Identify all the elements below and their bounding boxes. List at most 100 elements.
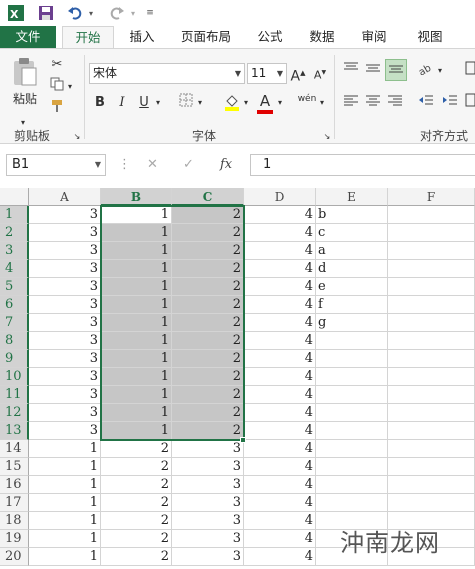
increase-font-size-icon[interactable]: A▲ <box>290 63 306 87</box>
phonetic-guide-button[interactable]: wén <box>296 89 318 109</box>
decrease-indent-icon[interactable] <box>416 93 436 114</box>
cell-a8[interactable]: 3 <box>29 332 101 350</box>
cancel-icon[interactable]: ✕ <box>147 154 163 176</box>
cell-d17[interactable]: 4 <box>244 494 316 512</box>
cell-c1[interactable]: 2 <box>172 206 244 224</box>
cell-d9[interactable]: 4 <box>244 350 316 368</box>
cell-a3[interactable]: 3 <box>29 242 101 260</box>
cell-a15[interactable]: 1 <box>29 458 101 476</box>
cell-a17[interactable]: 1 <box>29 494 101 512</box>
fill-handle[interactable] <box>240 437 246 443</box>
underline-dropdown-icon[interactable]: ▾ <box>154 93 162 113</box>
row-header[interactable]: 13 <box>0 422 29 440</box>
cell-e1[interactable]: b <box>316 206 388 224</box>
border-dropdown-icon[interactable]: ▾ <box>196 93 204 113</box>
cell-b15[interactable]: 2 <box>101 458 172 476</box>
cell-f13[interactable] <box>388 422 475 440</box>
cell-d4[interactable]: 4 <box>244 260 316 278</box>
cell-e7[interactable]: g <box>316 314 388 332</box>
cell-f4[interactable] <box>388 260 475 278</box>
paste-button[interactable]: 粘贴 <box>8 89 42 109</box>
cell-a14[interactable]: 1 <box>29 440 101 458</box>
undo-icon[interactable] <box>64 3 86 23</box>
cell-b14[interactable]: 2 <box>101 440 172 458</box>
fill-color-icon[interactable] <box>222 93 242 118</box>
underline-button[interactable]: U <box>136 93 152 113</box>
cell-a4[interactable]: 3 <box>29 260 101 278</box>
cell-c15[interactable]: 3 <box>172 458 244 476</box>
column-header-c[interactable]: C <box>172 188 244 206</box>
clipboard-launcher-icon[interactable]: ↘ <box>72 127 82 147</box>
cut-icon[interactable]: ✂ <box>48 55 66 75</box>
cell-f6[interactable] <box>388 296 475 314</box>
align-bottom-icon[interactable] <box>385 59 407 81</box>
cell-c19[interactable]: 3 <box>172 530 244 548</box>
italic-button[interactable]: I <box>114 93 130 113</box>
wrap-text-icon[interactable] <box>465 61 475 82</box>
cell-b6[interactable]: 1 <box>101 296 172 314</box>
cell-e2[interactable]: c <box>316 224 388 242</box>
name-box[interactable]: B1 ▼ <box>6 154 106 176</box>
cell-d5[interactable]: 4 <box>244 278 316 296</box>
phonetic-dropdown-icon[interactable]: ▾ <box>318 93 326 113</box>
cell-f10[interactable] <box>388 368 475 386</box>
orientation-dropdown-icon[interactable]: ▾ <box>436 61 444 81</box>
row-header[interactable]: 18 <box>0 512 29 530</box>
cell-d13[interactable]: 4 <box>244 422 316 440</box>
row-header[interactable]: 19 <box>0 530 29 548</box>
cell-a9[interactable]: 3 <box>29 350 101 368</box>
tab-view[interactable]: 视图 <box>406 26 454 48</box>
cell-a20[interactable]: 1 <box>29 548 101 566</box>
tab-data[interactable]: 数据 <box>300 26 344 48</box>
cell-b12[interactable]: 1 <box>101 404 172 422</box>
cell-f7[interactable] <box>388 314 475 332</box>
cell-e11[interactable] <box>316 386 388 404</box>
tab-page-layout[interactable]: 页面布局 <box>172 26 240 48</box>
cell-b5[interactable]: 1 <box>101 278 172 296</box>
cell-f17[interactable] <box>388 494 475 512</box>
cell-e14[interactable] <box>316 440 388 458</box>
row-header[interactable]: 1 <box>0 206 29 224</box>
cell-c5[interactable]: 2 <box>172 278 244 296</box>
cell-c13[interactable]: 2 <box>172 422 244 440</box>
select-all-button[interactable] <box>0 188 29 206</box>
row-header[interactable]: 7 <box>0 314 29 332</box>
row-header[interactable]: 3 <box>0 242 29 260</box>
align-middle-icon[interactable] <box>363 61 383 82</box>
cell-c12[interactable]: 2 <box>172 404 244 422</box>
cell-b8[interactable]: 1 <box>101 332 172 350</box>
cell-d15[interactable]: 4 <box>244 458 316 476</box>
column-header-e[interactable]: E <box>316 188 388 206</box>
cell-d12[interactable]: 4 <box>244 404 316 422</box>
cell-d14[interactable]: 4 <box>244 440 316 458</box>
cell-e15[interactable] <box>316 458 388 476</box>
increase-indent-icon[interactable] <box>440 93 460 114</box>
row-header[interactable]: 17 <box>0 494 29 512</box>
column-header-b[interactable]: B <box>101 188 172 206</box>
tab-file[interactable]: 文件 <box>0 26 56 48</box>
cell-b17[interactable]: 2 <box>101 494 172 512</box>
format-painter-icon[interactable] <box>48 99 66 120</box>
cell-f16[interactable] <box>388 476 475 494</box>
cell-e17[interactable] <box>316 494 388 512</box>
customize-qat-icon[interactable]: ≡ <box>144 3 156 23</box>
redo-dropdown-icon[interactable]: ▾ <box>128 3 138 23</box>
cell-c17[interactable]: 3 <box>172 494 244 512</box>
cell-a7[interactable]: 3 <box>29 314 101 332</box>
cell-f1[interactable] <box>388 206 475 224</box>
align-center-icon[interactable] <box>363 93 383 114</box>
cell-f15[interactable] <box>388 458 475 476</box>
cell-f5[interactable] <box>388 278 475 296</box>
cell-b19[interactable]: 2 <box>101 530 172 548</box>
decrease-font-size-icon[interactable]: A▼ <box>312 63 328 86</box>
column-header-d[interactable]: D <box>244 188 316 206</box>
row-header[interactable]: 10 <box>0 368 29 386</box>
orientation-icon[interactable]: ab <box>416 61 436 82</box>
bold-button[interactable]: B <box>92 93 108 113</box>
font-name-select[interactable]: 宋体 ▼ <box>89 63 245 84</box>
cell-c6[interactable]: 2 <box>172 296 244 314</box>
cell-c10[interactable]: 2 <box>172 368 244 386</box>
cell-c16[interactable]: 3 <box>172 476 244 494</box>
cell-d2[interactable]: 4 <box>244 224 316 242</box>
cell-d11[interactable]: 4 <box>244 386 316 404</box>
